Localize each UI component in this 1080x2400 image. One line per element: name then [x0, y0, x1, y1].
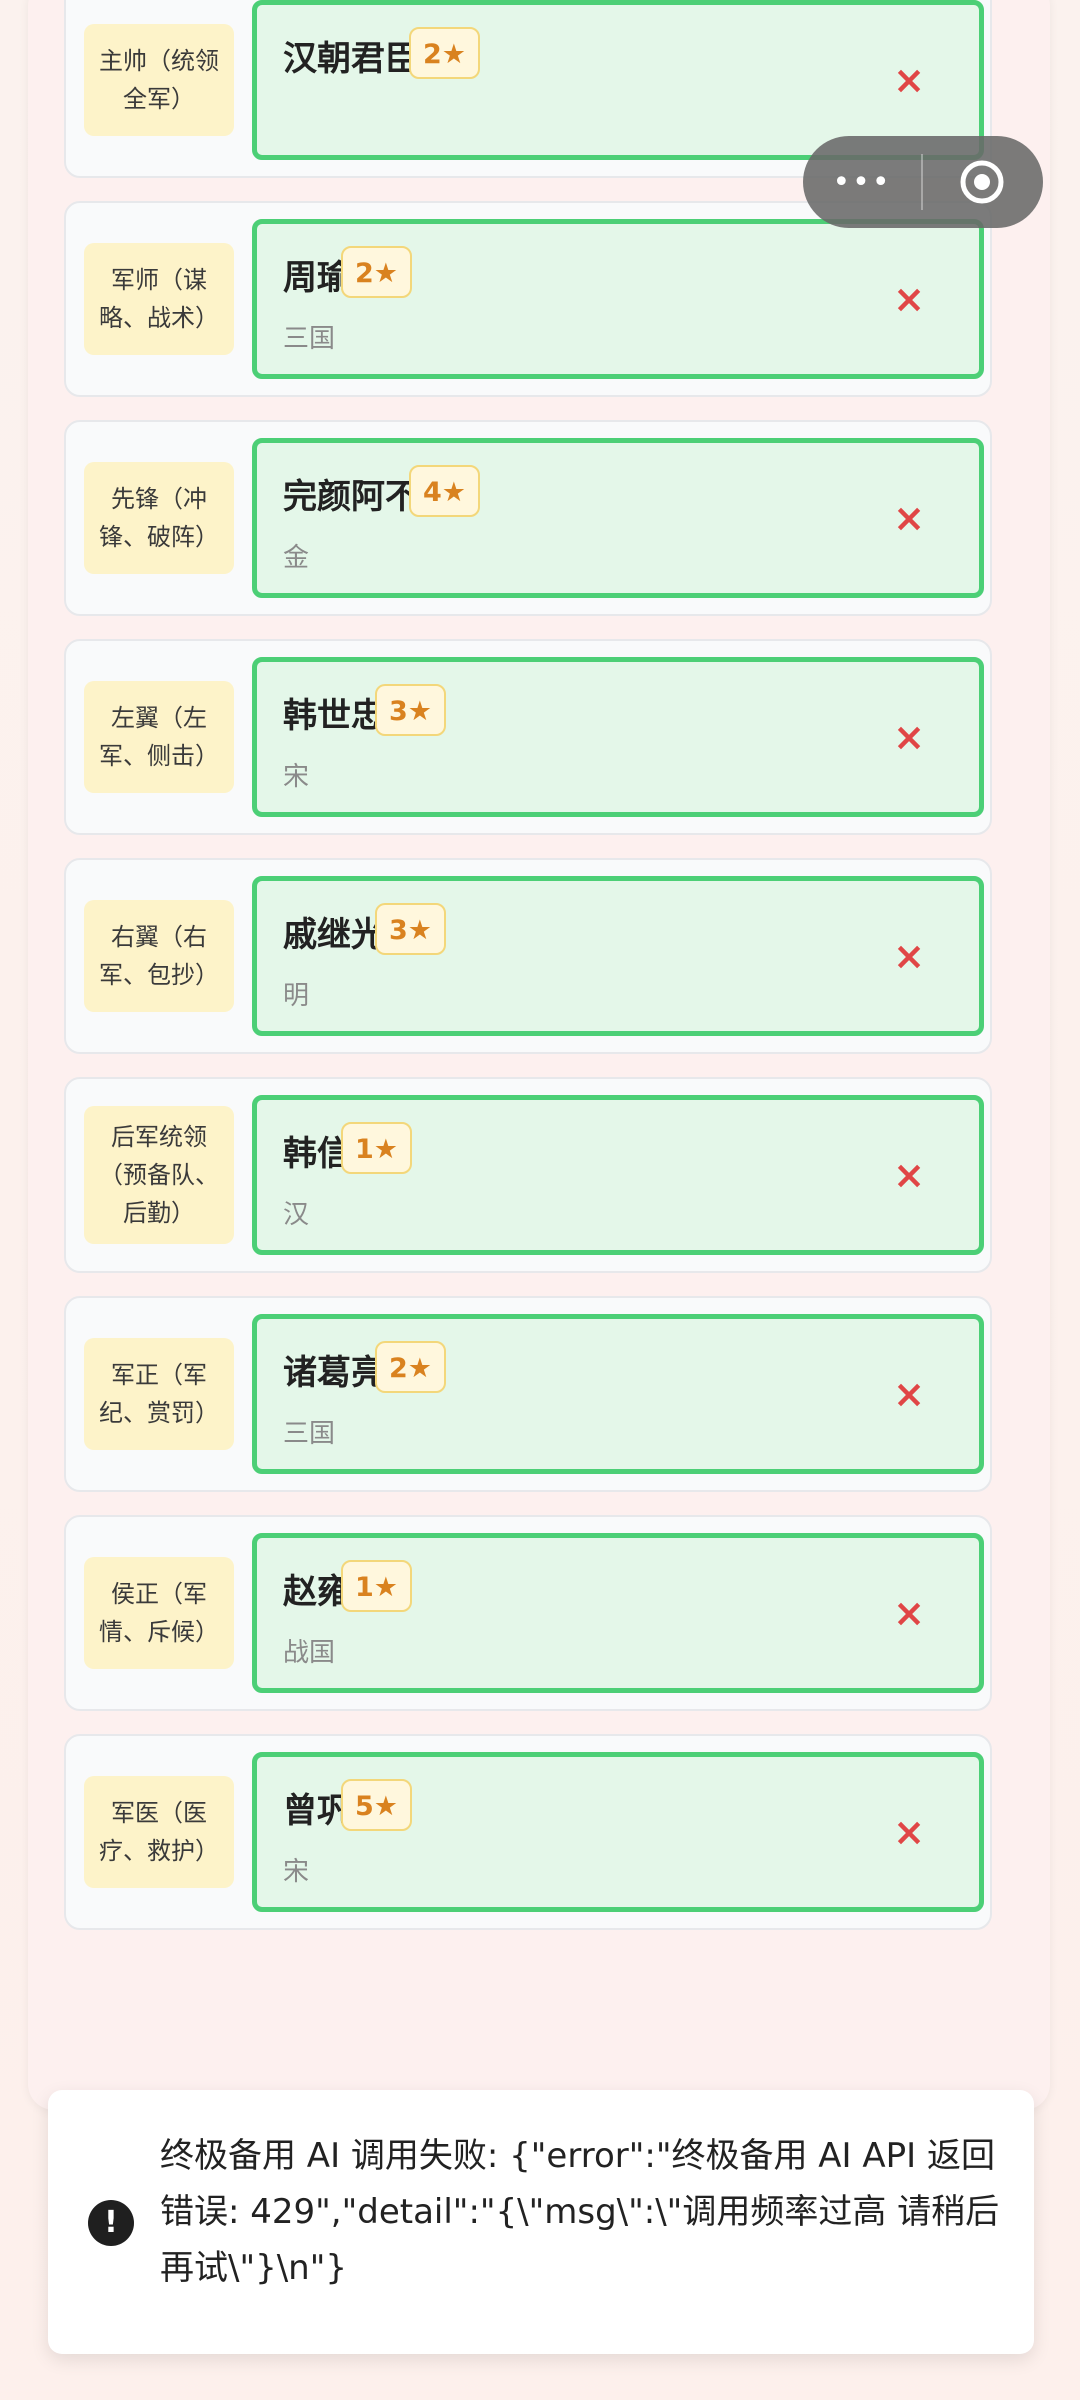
position-row: 后军统领（预备队、后勤） 韩信 1★ 汉 ×: [64, 1077, 992, 1273]
remove-icon[interactable]: ×: [893, 1156, 925, 1194]
general-card[interactable]: 完颜阿不 4★ 金 ×: [252, 438, 984, 598]
position-row: 左翼（左军、侧击） 韩世忠 3★ 宋 ×: [64, 639, 992, 835]
general-era: 金: [283, 543, 310, 573]
role-label: 右翼（右军、包抄）: [84, 900, 234, 1012]
more-icon[interactable]: •••: [803, 165, 921, 200]
general-era: 宋: [283, 1857, 310, 1887]
position-list: 主帅（统领全军） 汉朝君臣 2★ × 军师（谋略、战术） 周瑜 2★ 三国 × …: [64, 0, 992, 1953]
alert-icon: !: [88, 2200, 134, 2246]
miniprogram-capsule: •••: [803, 136, 1043, 228]
remove-icon[interactable]: ×: [893, 280, 925, 318]
star-badge: 2★: [409, 27, 480, 79]
role-label: 军师（谋略、战术）: [84, 243, 234, 355]
star-badge: 3★: [375, 684, 446, 736]
general-era: 宋: [283, 762, 310, 792]
position-row: 侯正（军情、斥候） 赵雍 1★ 战国 ×: [64, 1515, 992, 1711]
error-toast: ! 终极备用 AI 调用失败: {"error":"终极备用 AI API 返回…: [48, 2090, 1034, 2354]
role-label: 军医（医疗、救护）: [84, 1776, 234, 1888]
star-badge: 1★: [341, 1560, 412, 1612]
general-name: 韩世忠: [283, 696, 385, 736]
general-name: 戚继光: [283, 915, 385, 955]
general-card[interactable]: 诸葛亮 2★ 三国 ×: [252, 1314, 984, 1474]
general-name: 汉朝君臣: [283, 39, 419, 79]
star-badge: 3★: [375, 903, 446, 955]
remove-icon[interactable]: ×: [893, 1375, 925, 1413]
page: 主帅（统领全军） 汉朝君臣 2★ × 军师（谋略、战术） 周瑜 2★ 三国 × …: [0, 0, 1080, 2400]
remove-icon[interactable]: ×: [893, 499, 925, 537]
role-label: 军正（军纪、赏罚）: [84, 1338, 234, 1450]
role-label: 侯正（军情、斥候）: [84, 1557, 234, 1669]
remove-icon[interactable]: ×: [893, 1813, 925, 1851]
role-label: 主帅（统领全军）: [84, 24, 234, 136]
remove-icon[interactable]: ×: [893, 61, 925, 99]
position-row: 军正（军纪、赏罚） 诸葛亮 2★ 三国 ×: [64, 1296, 992, 1492]
general-card[interactable]: 赵雍 1★ 战国 ×: [252, 1533, 984, 1693]
position-row: 军师（谋略、战术） 周瑜 2★ 三国 ×: [64, 201, 992, 397]
general-era: 三国: [283, 1419, 336, 1449]
position-row: 军医（医疗、救护） 曾巩 5★ 宋 ×: [64, 1734, 992, 1930]
general-name: 完颜阿不: [283, 477, 419, 517]
general-card[interactable]: 戚继光 3★ 明 ×: [252, 876, 984, 1036]
position-row: 先锋（冲锋、破阵） 完颜阿不 4★ 金 ×: [64, 420, 992, 616]
general-era: 明: [283, 981, 310, 1011]
position-row: 右翼（右军、包抄） 戚继光 3★ 明 ×: [64, 858, 992, 1054]
general-card[interactable]: 韩世忠 3★ 宋 ×: [252, 657, 984, 817]
general-card[interactable]: 曾巩 5★ 宋 ×: [252, 1752, 984, 1912]
general-name: 诸葛亮: [283, 1353, 385, 1393]
remove-icon[interactable]: ×: [893, 937, 925, 975]
star-badge: 2★: [341, 246, 412, 298]
star-badge: 4★: [409, 465, 480, 517]
close-miniprogram-icon[interactable]: [923, 157, 1041, 207]
role-label: 左翼（左军、侧击）: [84, 681, 234, 793]
general-era: 三国: [283, 324, 336, 354]
role-label: 后军统领（预备队、后勤）: [84, 1106, 234, 1244]
star-badge: 5★: [341, 1779, 412, 1831]
remove-icon[interactable]: ×: [893, 718, 925, 756]
general-era: 战国: [283, 1638, 336, 1668]
star-badge: 1★: [341, 1122, 412, 1174]
general-card[interactable]: 周瑜 2★ 三国 ×: [252, 219, 984, 379]
remove-icon[interactable]: ×: [893, 1594, 925, 1632]
general-card[interactable]: 韩信 1★ 汉 ×: [252, 1095, 984, 1255]
star-badge: 2★: [375, 1341, 446, 1393]
general-era: 汉: [283, 1200, 310, 1230]
error-message: 终极备用 AI 调用失败: {"error":"终极备用 AI API 返回错误…: [160, 2136, 1000, 2288]
role-label: 先锋（冲锋、破阵）: [84, 462, 234, 574]
